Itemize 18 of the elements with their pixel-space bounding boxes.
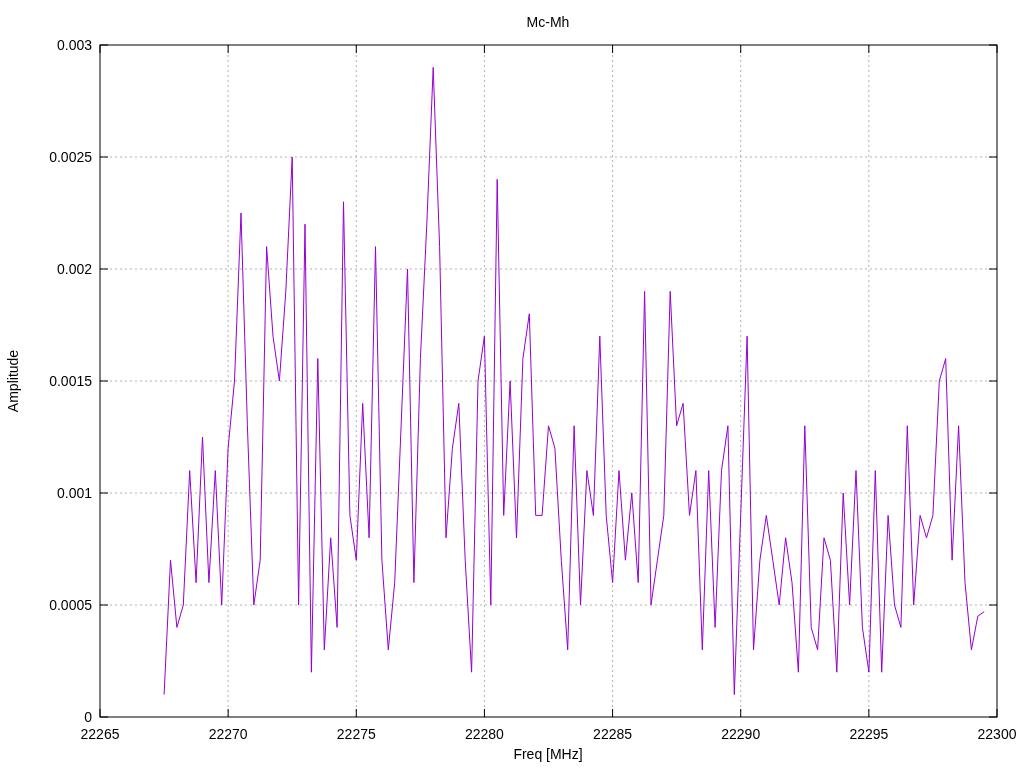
- x-tick-label: 22275: [336, 726, 376, 742]
- y-tick-label: 0.0025: [49, 149, 92, 165]
- x-axis-label: Freq [MHz]: [513, 746, 583, 762]
- x-tick-label: 22285: [593, 726, 633, 742]
- x-tick-label: 22290: [721, 726, 761, 742]
- x-tick-label: 22300: [977, 726, 1017, 742]
- y-tick-label: 0: [84, 709, 92, 725]
- x-tick-label: 22265: [80, 726, 120, 742]
- y-tick-label: 0.003: [56, 37, 92, 53]
- y-tick-label: 0.0005: [49, 597, 92, 613]
- y-tick-label: 0.002: [56, 261, 92, 277]
- chart-title: Mc-Mh: [526, 14, 570, 30]
- x-tick-label: 22270: [208, 726, 248, 742]
- y-tick-label: 0.001: [56, 485, 92, 501]
- x-tick-label: 22280: [464, 726, 504, 742]
- x-tick-label: 22295: [849, 726, 889, 742]
- y-axis-label: Amplitude: [5, 349, 21, 413]
- y-tick-label: 0.0015: [49, 373, 92, 389]
